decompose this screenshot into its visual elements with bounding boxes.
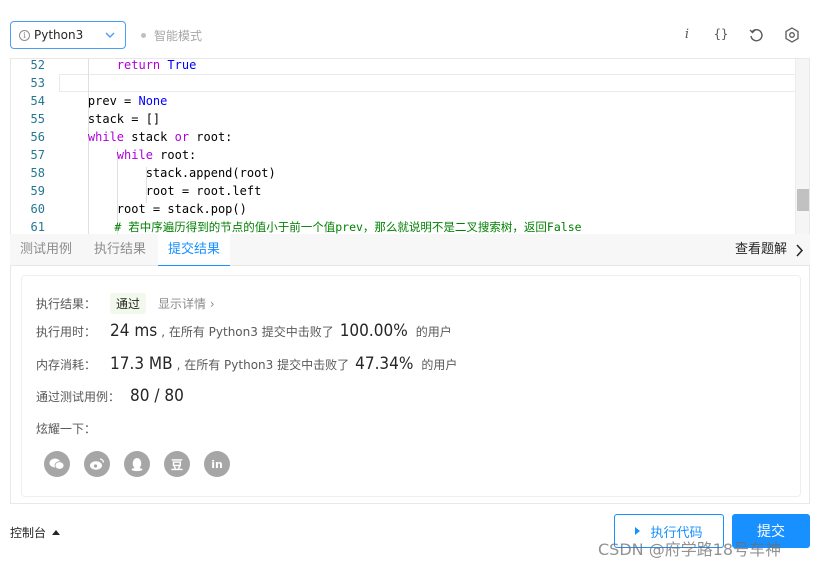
memory-percent: 47.34% (355, 354, 414, 374)
douban-icon[interactable]: 豆 (164, 451, 190, 477)
code-line: return True (116, 58, 197, 72)
line-number: 52 (30, 58, 45, 72)
runtime-value: 24 ms (110, 321, 158, 341)
qq-icon[interactable] (124, 451, 150, 477)
memory-label: 内存消耗： (36, 358, 97, 372)
runtime-label: 执行用时： (36, 325, 97, 339)
memory-users: 的用户 (421, 358, 458, 372)
editor-scrollbar[interactable] (795, 59, 809, 234)
runtime-desc: , 在所有 Python3 提交中击败了 (161, 325, 334, 339)
wechat-glyph (49, 458, 65, 470)
reset-icon[interactable] (748, 27, 764, 43)
show-detail-link[interactable]: 显示详情 › (158, 295, 215, 312)
memory-row: 内存消耗： 17.3 MB , 在所有 Python3 提交中击败了 47.34… (36, 354, 457, 374)
language-label: Python3 (34, 28, 84, 42)
memory-value: 17.3 MB (110, 354, 173, 374)
runtime-percent: 100.00% (339, 321, 408, 341)
show-detail-label: 显示详情 (158, 297, 207, 311)
status-dot-icon (141, 33, 146, 38)
line-number: 59 (30, 184, 45, 198)
tab-submit-result[interactable]: 提交结果 (158, 234, 231, 267)
result-panel: 执行结果： 通过 显示详情 › 执行用时： 24 ms , 在所有 Python… (10, 266, 810, 504)
info-icon[interactable]: i (680, 24, 694, 44)
status-label: 执行结果： (36, 297, 97, 311)
result-tabs: 测试用例 执行结果 提交结果 查看题解 (10, 234, 810, 267)
linkedin-icon[interactable]: in (204, 451, 230, 477)
line-number: 58 (30, 166, 45, 180)
console-label: 控制台 (10, 526, 47, 540)
line-number: 57 (30, 148, 45, 162)
line-number: 53 (30, 76, 45, 90)
line-number: 55 (30, 112, 45, 126)
smart-mode-toggle[interactable]: 智能模式 (141, 27, 202, 44)
status-badge: 通过 (110, 293, 147, 314)
watermark: CSDN @府学路18号车神 (598, 540, 782, 559)
language-select[interactable]: i Python3 (10, 21, 126, 49)
qq-glyph (131, 457, 143, 471)
weibo-icon[interactable] (84, 451, 110, 477)
settings-icon[interactable] (784, 27, 800, 43)
testcases-value: 80 / 80 (130, 386, 184, 406)
view-solution-link[interactable]: 查看题解 (735, 234, 804, 266)
wechat-icon[interactable] (44, 451, 70, 477)
code-line: prev = None (59, 94, 168, 108)
memory-desc: , 在所有 Python3 提交中击败了 (176, 358, 350, 372)
line-number: 54 (30, 94, 45, 108)
smart-mode-label: 智能模式 (154, 29, 203, 43)
code-line: root = root.left (59, 184, 262, 198)
code-editor[interactable]: 52 return True 53 54 prev = None 55 stac… (10, 58, 810, 234)
scrollbar-thumb[interactable] (797, 189, 809, 211)
status-row: 执行结果： 通过 显示详情 › (36, 293, 215, 314)
submission-result-card: 执行结果： 通过 显示详情 › 执行用时： 24 ms , 在所有 Python… (21, 275, 801, 497)
runtime-row: 执行用时： 24 ms , 在所有 Python3 提交中击败了 100.00%… (36, 321, 452, 341)
braces-icon[interactable]: {} (710, 24, 732, 44)
line-number: 60 (30, 202, 45, 216)
info-circle-icon: i (19, 29, 30, 41)
current-line-highlight (59, 74, 809, 92)
testcases-label: 通过测试用例： (36, 390, 121, 404)
code-token: True (167, 58, 197, 72)
runtime-users: 的用户 (415, 325, 452, 339)
editor-toolbar: i Python3 智能模式 i {} (0, 0, 827, 60)
tab-testcase[interactable]: 测试用例 (10, 234, 82, 266)
view-solution-label: 查看题解 (734, 242, 787, 257)
code-line: root = stack.pop() (59, 202, 247, 216)
chevron-right-icon (796, 243, 804, 257)
weibo-glyph (90, 458, 105, 470)
console-toggle[interactable]: 控制台 (10, 524, 61, 541)
play-icon (635, 527, 641, 535)
chevron-down-icon (105, 32, 115, 38)
share-row: 炫耀一下： (36, 420, 96, 437)
code-line: while root: (116, 148, 197, 162)
line-number: 56 (30, 130, 45, 144)
tab-run-result[interactable]: 执行结果 (84, 234, 156, 266)
code-line: stack.append(root) (59, 166, 276, 180)
code-line: while stack or root: (87, 130, 233, 144)
line-number: 61 (30, 220, 45, 234)
share-label: 炫耀一下： (36, 422, 97, 436)
code-line: stack = [] (59, 112, 161, 126)
chevron-right-small-icon: › (209, 297, 215, 311)
caret-up-icon (52, 530, 61, 535)
code-comment: # 若中序遍历得到的节点的值小于前一个值prev，那么就说明不是二叉搜索树，返回… (59, 220, 582, 234)
testcases-row: 通过测试用例： 80 / 80 (36, 386, 184, 406)
